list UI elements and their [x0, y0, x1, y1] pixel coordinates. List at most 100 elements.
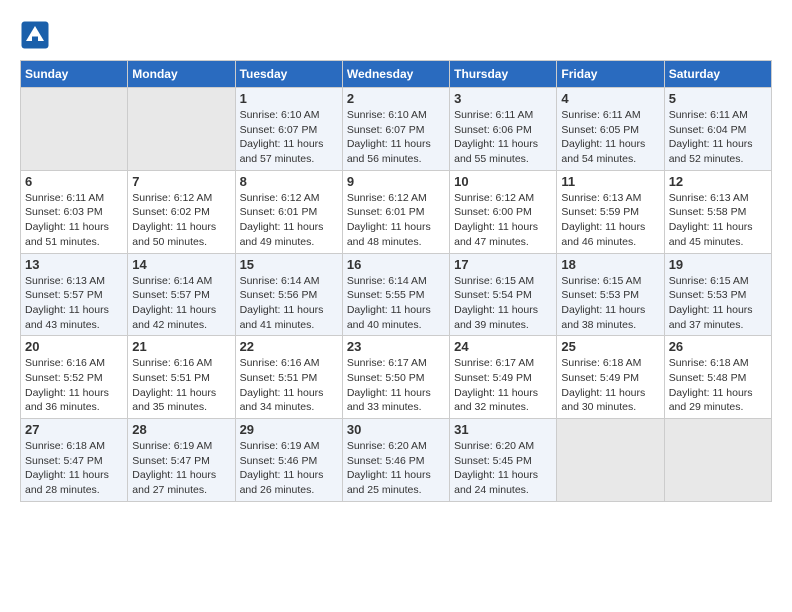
day-info: Sunrise: 6:16 AMSunset: 5:52 PMDaylight:… — [25, 356, 123, 415]
calendar-table: SundayMondayTuesdayWednesdayThursdayFrid… — [20, 60, 772, 502]
logo — [20, 20, 54, 50]
calendar-cell — [128, 88, 235, 171]
weekday-header-saturday: Saturday — [664, 61, 771, 88]
calendar-week-row: 6Sunrise: 6:11 AMSunset: 6:03 PMDaylight… — [21, 170, 772, 253]
day-number: 19 — [669, 257, 767, 272]
calendar-cell: 19 Sunrise: 6:15 AMSunset: 5:53 PMDayligh… — [664, 253, 771, 336]
calendar-cell: 8Sunrise: 6:12 AMSunset: 6:01 PMDaylight… — [235, 170, 342, 253]
day-info: Sunrise: 6:20 AMSunset: 5:45 PMDaylight:… — [454, 439, 552, 498]
day-info: Sunrise: 6:18 AMSunset: 5:48 PMDaylight:… — [669, 356, 767, 415]
day-number: 18 — [561, 257, 659, 272]
day-info: Sunrise: 6:12 AMSunset: 6:00 PMDaylight:… — [454, 191, 552, 250]
calendar-body: 1Sunrise: 6:10 AMSunset: 6:07 PMDaylight… — [21, 88, 772, 502]
weekday-header-monday: Monday — [128, 61, 235, 88]
day-info: Sunrise: 6:14 AMSunset: 5:57 PMDaylight:… — [132, 274, 230, 333]
calendar-cell: 4Sunrise: 6:11 AMSunset: 6:05 PMDaylight… — [557, 88, 664, 171]
weekday-header-row: SundayMondayTuesdayWednesdayThursdayFrid… — [21, 61, 772, 88]
day-number: 2 — [347, 91, 445, 106]
day-number: 25 — [561, 339, 659, 354]
day-number: 5 — [669, 91, 767, 106]
calendar-cell — [557, 419, 664, 502]
day-number: 10 — [454, 174, 552, 189]
calendar-cell: 12 Sunrise: 6:13 AMSunset: 5:58 PMDayligh… — [664, 170, 771, 253]
calendar-cell: 2 Sunrise: 6:10 AMSunset: 6:07 PMDaylight… — [342, 88, 449, 171]
day-info: Sunrise: 6:19 AMSunset: 5:47 PMDaylight:… — [132, 439, 230, 498]
day-number: 30 — [347, 422, 445, 437]
day-info: Sunrise: 6:18 AMSunset: 5:49 PMDaylight:… — [561, 356, 659, 415]
day-number: 23 — [347, 339, 445, 354]
day-info: Sunrise: 6:17 AMSunset: 5:50 PMDaylight:… — [347, 356, 445, 415]
day-info: Sunrise: 6:10 AMSunset: 6:07 PMDaylight:… — [347, 108, 445, 167]
calendar-cell — [21, 88, 128, 171]
calendar-cell: 9 Sunrise: 6:12 AMSunset: 6:01 PMDaylight… — [342, 170, 449, 253]
calendar-cell: 26 Sunrise: 6:18 AMSunset: 5:48 PMDayligh… — [664, 336, 771, 419]
day-number: 29 — [240, 422, 338, 437]
calendar-cell: 3 Sunrise: 6:11 AMSunset: 6:06 PMDaylight… — [450, 88, 557, 171]
day-number: 3 — [454, 91, 552, 106]
calendar-cell: 31 Sunrise: 6:20 AMSunset: 5:45 PMDayligh… — [450, 419, 557, 502]
calendar-cell: 24 Sunrise: 6:17 AMSunset: 5:49 PMDayligh… — [450, 336, 557, 419]
day-number: 26 — [669, 339, 767, 354]
day-info: Sunrise: 6:11 AMSunset: 6:04 PMDaylight:… — [669, 108, 767, 167]
calendar-week-row: 20 Sunrise: 6:16 AMSunset: 5:52 PMDayligh… — [21, 336, 772, 419]
day-number: 12 — [669, 174, 767, 189]
day-number: 17 — [454, 257, 552, 272]
day-number: 16 — [347, 257, 445, 272]
calendar-cell: 13 Sunrise: 6:13 AMSunset: 5:57 PMDayligh… — [21, 253, 128, 336]
calendar-week-row: 13 Sunrise: 6:13 AMSunset: 5:57 PMDayligh… — [21, 253, 772, 336]
calendar-cell: 23 Sunrise: 6:17 AMSunset: 5:50 PMDayligh… — [342, 336, 449, 419]
day-info: Sunrise: 6:17 AMSunset: 5:49 PMDaylight:… — [454, 356, 552, 415]
day-number: 6 — [25, 174, 123, 189]
day-info: Sunrise: 6:12 AMSunset: 6:02 PMDaylight:… — [132, 191, 230, 250]
calendar-cell — [664, 419, 771, 502]
day-info: Sunrise: 6:20 AMSunset: 5:46 PMDaylight:… — [347, 439, 445, 498]
calendar-cell: 28 Sunrise: 6:19 AMSunset: 5:47 PMDayligh… — [128, 419, 235, 502]
day-info: Sunrise: 6:10 AMSunset: 6:07 PMDaylight:… — [240, 108, 338, 167]
day-number: 14 — [132, 257, 230, 272]
day-number: 7 — [132, 174, 230, 189]
day-number: 11 — [561, 174, 659, 189]
calendar-cell: 25 Sunrise: 6:18 AMSunset: 5:49 PMDayligh… — [557, 336, 664, 419]
logo-icon — [20, 20, 50, 50]
day-info: Sunrise: 6:13 AMSunset: 5:58 PMDaylight:… — [669, 191, 767, 250]
weekday-header-tuesday: Tuesday — [235, 61, 342, 88]
day-number: 8 — [240, 174, 338, 189]
calendar-cell: 22 Sunrise: 6:16 AMSunset: 5:51 PMDayligh… — [235, 336, 342, 419]
day-info: Sunrise: 6:16 AMSunset: 5:51 PMDaylight:… — [240, 356, 338, 415]
calendar-week-row: 1Sunrise: 6:10 AMSunset: 6:07 PMDaylight… — [21, 88, 772, 171]
calendar-cell: 29 Sunrise: 6:19 AMSunset: 5:46 PMDayligh… — [235, 419, 342, 502]
calendar-cell: 1Sunrise: 6:10 AMSunset: 6:07 PMDaylight… — [235, 88, 342, 171]
day-info: Sunrise: 6:19 AMSunset: 5:46 PMDaylight:… — [240, 439, 338, 498]
day-number: 21 — [132, 339, 230, 354]
calendar-cell: 7 Sunrise: 6:12 AMSunset: 6:02 PMDaylight… — [128, 170, 235, 253]
calendar-header: SundayMondayTuesdayWednesdayThursdayFrid… — [21, 61, 772, 88]
day-info: Sunrise: 6:15 AMSunset: 5:53 PMDaylight:… — [669, 274, 767, 333]
day-number: 9 — [347, 174, 445, 189]
day-info: Sunrise: 6:16 AMSunset: 5:51 PMDaylight:… — [132, 356, 230, 415]
calendar-cell: 17 Sunrise: 6:15 AMSunset: 5:54 PMDayligh… — [450, 253, 557, 336]
day-number: 13 — [25, 257, 123, 272]
calendar-cell: 14 Sunrise: 6:14 AMSunset: 5:57 PMDayligh… — [128, 253, 235, 336]
day-number: 28 — [132, 422, 230, 437]
calendar-cell: 20 Sunrise: 6:16 AMSunset: 5:52 PMDayligh… — [21, 336, 128, 419]
calendar-cell: 6Sunrise: 6:11 AMSunset: 6:03 PMDaylight… — [21, 170, 128, 253]
day-info: Sunrise: 6:13 AMSunset: 5:57 PMDaylight:… — [25, 274, 123, 333]
day-info: Sunrise: 6:11 AMSunset: 6:05 PMDaylight:… — [561, 108, 659, 167]
day-info: Sunrise: 6:15 AMSunset: 5:54 PMDaylight:… — [454, 274, 552, 333]
calendar-cell: 16 Sunrise: 6:14 AMSunset: 5:55 PMDayligh… — [342, 253, 449, 336]
calendar-cell: 30 Sunrise: 6:20 AMSunset: 5:46 PMDayligh… — [342, 419, 449, 502]
day-info: Sunrise: 6:12 AMSunset: 6:01 PMDaylight:… — [347, 191, 445, 250]
weekday-header-thursday: Thursday — [450, 61, 557, 88]
day-number: 22 — [240, 339, 338, 354]
weekday-header-friday: Friday — [557, 61, 664, 88]
day-info: Sunrise: 6:13 AMSunset: 5:59 PMDaylight:… — [561, 191, 659, 250]
calendar-cell: 21 Sunrise: 6:16 AMSunset: 5:51 PMDayligh… — [128, 336, 235, 419]
day-number: 24 — [454, 339, 552, 354]
calendar-cell: 5 Sunrise: 6:11 AMSunset: 6:04 PMDaylight… — [664, 88, 771, 171]
calendar-cell: 15Sunrise: 6:14 AMSunset: 5:56 PMDayligh… — [235, 253, 342, 336]
calendar-cell: 27Sunrise: 6:18 AMSunset: 5:47 PMDayligh… — [21, 419, 128, 502]
day-number: 31 — [454, 422, 552, 437]
day-number: 20 — [25, 339, 123, 354]
day-info: Sunrise: 6:11 AMSunset: 6:06 PMDaylight:… — [454, 108, 552, 167]
day-info: Sunrise: 6:14 AMSunset: 5:55 PMDaylight:… — [347, 274, 445, 333]
